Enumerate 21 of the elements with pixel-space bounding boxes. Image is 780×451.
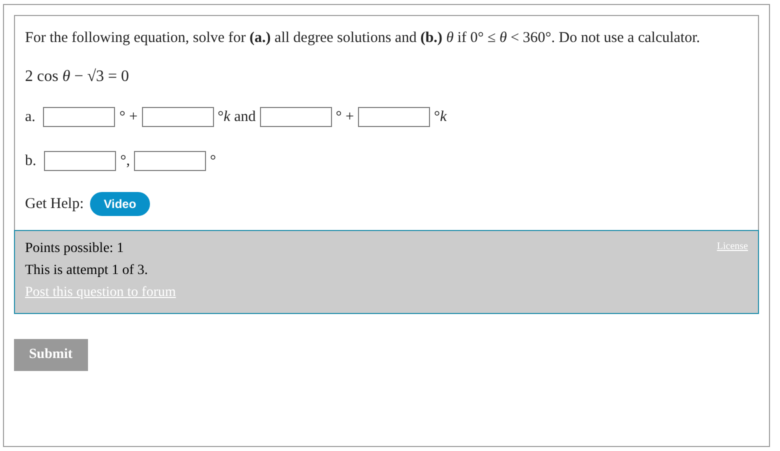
video-button[interactable]: Video (90, 192, 150, 216)
answer-field[interactable] (44, 151, 116, 171)
part-label: b. (25, 152, 36, 170)
answer-field[interactable] (142, 107, 214, 127)
answer-field[interactable] (43, 107, 116, 127)
math-symbol: °, (120, 152, 130, 170)
submit-button[interactable]: Submit (14, 339, 88, 371)
answer-field[interactable] (358, 107, 430, 127)
math-symbol: °k and (218, 108, 256, 126)
math-symbol: °k (434, 108, 447, 126)
math-symbol: ° (210, 152, 216, 170)
attempt-text: This is attempt 1 of 3. (25, 263, 149, 279)
answer-field[interactable] (260, 107, 332, 127)
part-label: a. (25, 108, 36, 126)
equation: 2 cos θ − √3 = 0 (25, 68, 130, 86)
question-text: For the following equation, solve for (a.) all degree solutions and (b.) θ if 0° ≤ θ < 360°. Do not use a calculator. (25, 29, 702, 48)
math-symbol: ° + (336, 108, 354, 126)
math-symbol: ° + (119, 108, 138, 126)
help-label: Get Help: (25, 196, 84, 212)
answer-field[interactable] (134, 151, 206, 171)
points-text: Points possible: 1 (25, 241, 125, 257)
